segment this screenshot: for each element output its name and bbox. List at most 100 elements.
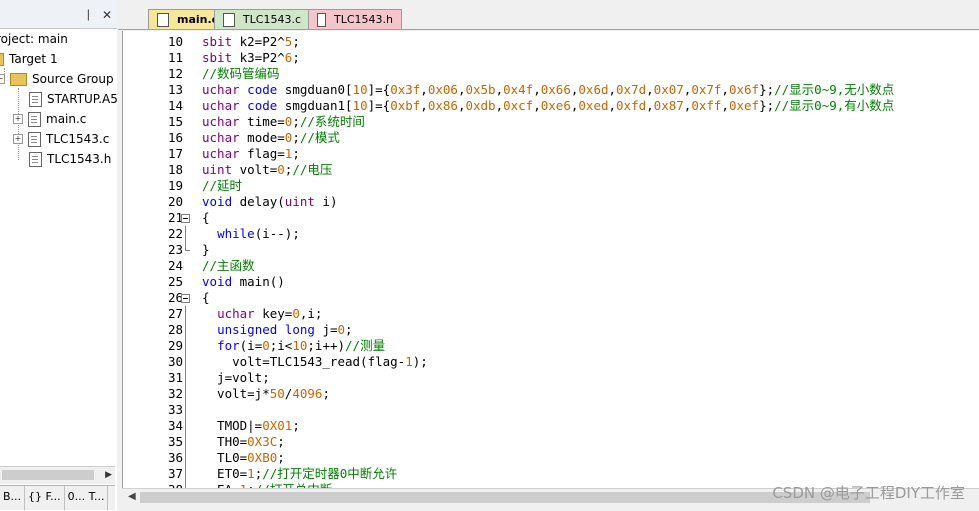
line-number: 37 — [167, 466, 183, 481]
code-line[interactable]: { — [202, 290, 210, 306]
code-line[interactable]: uchar mode=0;//模式 — [202, 130, 340, 146]
code-line[interactable]: uchar flag=1; — [202, 146, 300, 162]
code-line[interactable]: j=volt; — [202, 370, 270, 386]
file-icon — [28, 131, 41, 147]
fold-line — [181, 450, 189, 466]
line-number: 28 — [167, 322, 183, 337]
pin-icon[interactable]: ❘ — [84, 8, 93, 21]
tree-item-tlc1543-c[interactable]: + TLC1543.c — [13, 130, 109, 148]
line-number: 15 — [167, 114, 183, 129]
code-line[interactable]: volt=TLC1543_read(flag-1); — [202, 354, 428, 370]
project-pane-scrollbar[interactable]: ▶ — [0, 466, 115, 484]
tab-label: main.c — [177, 13, 219, 26]
tree-item-project[interactable]: roject: main — [0, 30, 68, 48]
tab-functions[interactable]: {} F... — [25, 486, 65, 510]
scroll-right-icon[interactable]: ▶ — [105, 470, 112, 480]
file-icon — [29, 151, 42, 167]
close-icon[interactable]: ✕ — [102, 8, 112, 22]
code-line[interactable]: //数码管编码 — [202, 66, 280, 82]
code-line[interactable]: TH0=0X3C; — [202, 434, 285, 450]
code-line[interactable]: uchar code smgduan1[10]={0xbf,0x86,0xdb,… — [202, 98, 894, 114]
code-line[interactable]: } — [202, 242, 210, 258]
code-line[interactable]: { — [202, 210, 210, 226]
fold-line — [181, 418, 189, 434]
project-pane: ❘ ✕ roject: main Target 1 − Source Group… — [0, 0, 118, 511]
code-line[interactable]: uchar key=0,i; — [202, 306, 322, 322]
line-number: 23 — [167, 242, 183, 257]
fold-line — [181, 386, 189, 402]
fold-line — [181, 402, 189, 418]
file-icon — [29, 91, 42, 107]
code-line[interactable]: while(i--); — [202, 226, 300, 242]
line-number: 31 — [167, 370, 183, 385]
fold-line — [181, 306, 189, 322]
code-line[interactable]: ET0=1;//打开定时器0中断允许 — [202, 466, 397, 482]
file-icon — [317, 12, 326, 27]
tree-item-label: TLC1543.c — [46, 132, 110, 146]
code-line[interactable]: unsigned long j=0; — [202, 322, 353, 338]
tree-item-target[interactable]: Target 1 — [0, 50, 58, 68]
tree-item-main-c[interactable]: + main.c — [13, 110, 86, 128]
code-line[interactable]: uchar code smgduan0[10]={0x3f,0x06,0x5b,… — [202, 82, 894, 98]
line-number: 18 — [167, 162, 183, 177]
tree-item-label: roject: main — [0, 32, 68, 46]
tree-item-label: Target 1 — [9, 52, 58, 66]
code-line[interactable]: sbit k3=P2^6; — [202, 50, 300, 66]
line-number: 26 — [167, 290, 183, 305]
scrollbar-thumb[interactable] — [2, 470, 94, 480]
code-editor[interactable]: 10 11 12 13 14 15 16 17 18 19 20 21 22 23 24 25 26 27 28 29… — [122, 31, 979, 488]
project-pane-header: ❘ ✕ — [0, 0, 117, 29]
folder-icon — [10, 72, 27, 86]
tab-tlc1543-h[interactable]: TLC1543.h — [308, 9, 402, 29]
line-number: 16 — [167, 130, 183, 145]
tab-label: TLC1543.c — [242, 13, 301, 26]
line-number: 29 — [167, 338, 183, 353]
line-number: 33 — [167, 402, 183, 417]
pane-splitter[interactable] — [117, 0, 121, 511]
code-line[interactable]: TL0=0XB0; — [202, 450, 285, 466]
line-number: 13 — [167, 82, 183, 97]
scroll-left-icon[interactable]: ◀ — [128, 491, 136, 502]
code-line[interactable]: //延时 — [202, 178, 242, 194]
tab-templates[interactable]: 0... T... — [65, 486, 109, 510]
code-line[interactable]: void main() — [202, 274, 285, 290]
line-number: 14 — [167, 98, 183, 113]
line-number: 25 — [167, 274, 183, 289]
line-number: 35 — [167, 434, 183, 449]
fold-end — [181, 242, 190, 258]
line-number: 11 — [167, 50, 183, 65]
line-number-gutter: 10 11 12 13 14 15 16 17 18 19 20 21 22 23 24 25 26 27 28 29… — [123, 31, 190, 488]
tree-item-label: STARTUP.A51 — [47, 92, 118, 106]
fold-line — [181, 466, 189, 482]
code-line[interactable]: void delay(uint i) — [202, 194, 337, 210]
scrollbar-thumb[interactable] — [140, 492, 870, 503]
code-line[interactable]: uchar time=0;//系统时间 — [202, 114, 365, 130]
code-line[interactable]: volt=j*50/4096; — [202, 386, 330, 402]
code-line[interactable]: TMOD|=0X01; — [202, 418, 300, 434]
fold-line — [181, 354, 189, 370]
fold-collapse-icon[interactable] — [181, 290, 190, 306]
code-line[interactable]: //主函数 — [202, 258, 255, 274]
line-number: 30 — [167, 354, 183, 369]
fold-line — [181, 226, 189, 242]
tree-item-label: main.c — [46, 112, 87, 126]
tree-item-startup[interactable]: STARTUP.A51 — [29, 90, 118, 108]
line-number: 32 — [167, 386, 183, 401]
expand-icon[interactable]: + — [13, 134, 23, 144]
tab-books[interactable]: B... — [0, 486, 26, 510]
tab-tlc1543-c[interactable]: TLC1543.c — [214, 9, 310, 29]
code-line[interactable]: uint volt=0;//电压 — [202, 162, 332, 178]
editor-tab-bar: main.c TLC1543.c TLC1543.h — [118, 0, 979, 30]
fold-line — [181, 322, 189, 338]
tree-item-tlc1543-h[interactable]: TLC1543.h — [29, 150, 111, 168]
line-number: 17 — [167, 146, 183, 161]
tree-item-source-group[interactable]: − Source Group 1 — [0, 70, 117, 88]
code-line[interactable]: for(i=0;i<10;i++)//测量 — [202, 338, 385, 354]
code-line[interactable]: sbit k2=P2^5; — [202, 34, 300, 50]
collapse-icon[interactable]: − — [0, 74, 5, 84]
fold-collapse-icon[interactable] — [181, 210, 190, 226]
line-number: 20 — [167, 194, 183, 209]
line-number: 12 — [167, 66, 183, 81]
expand-icon[interactable]: + — [13, 114, 23, 124]
file-icon — [28, 111, 41, 127]
